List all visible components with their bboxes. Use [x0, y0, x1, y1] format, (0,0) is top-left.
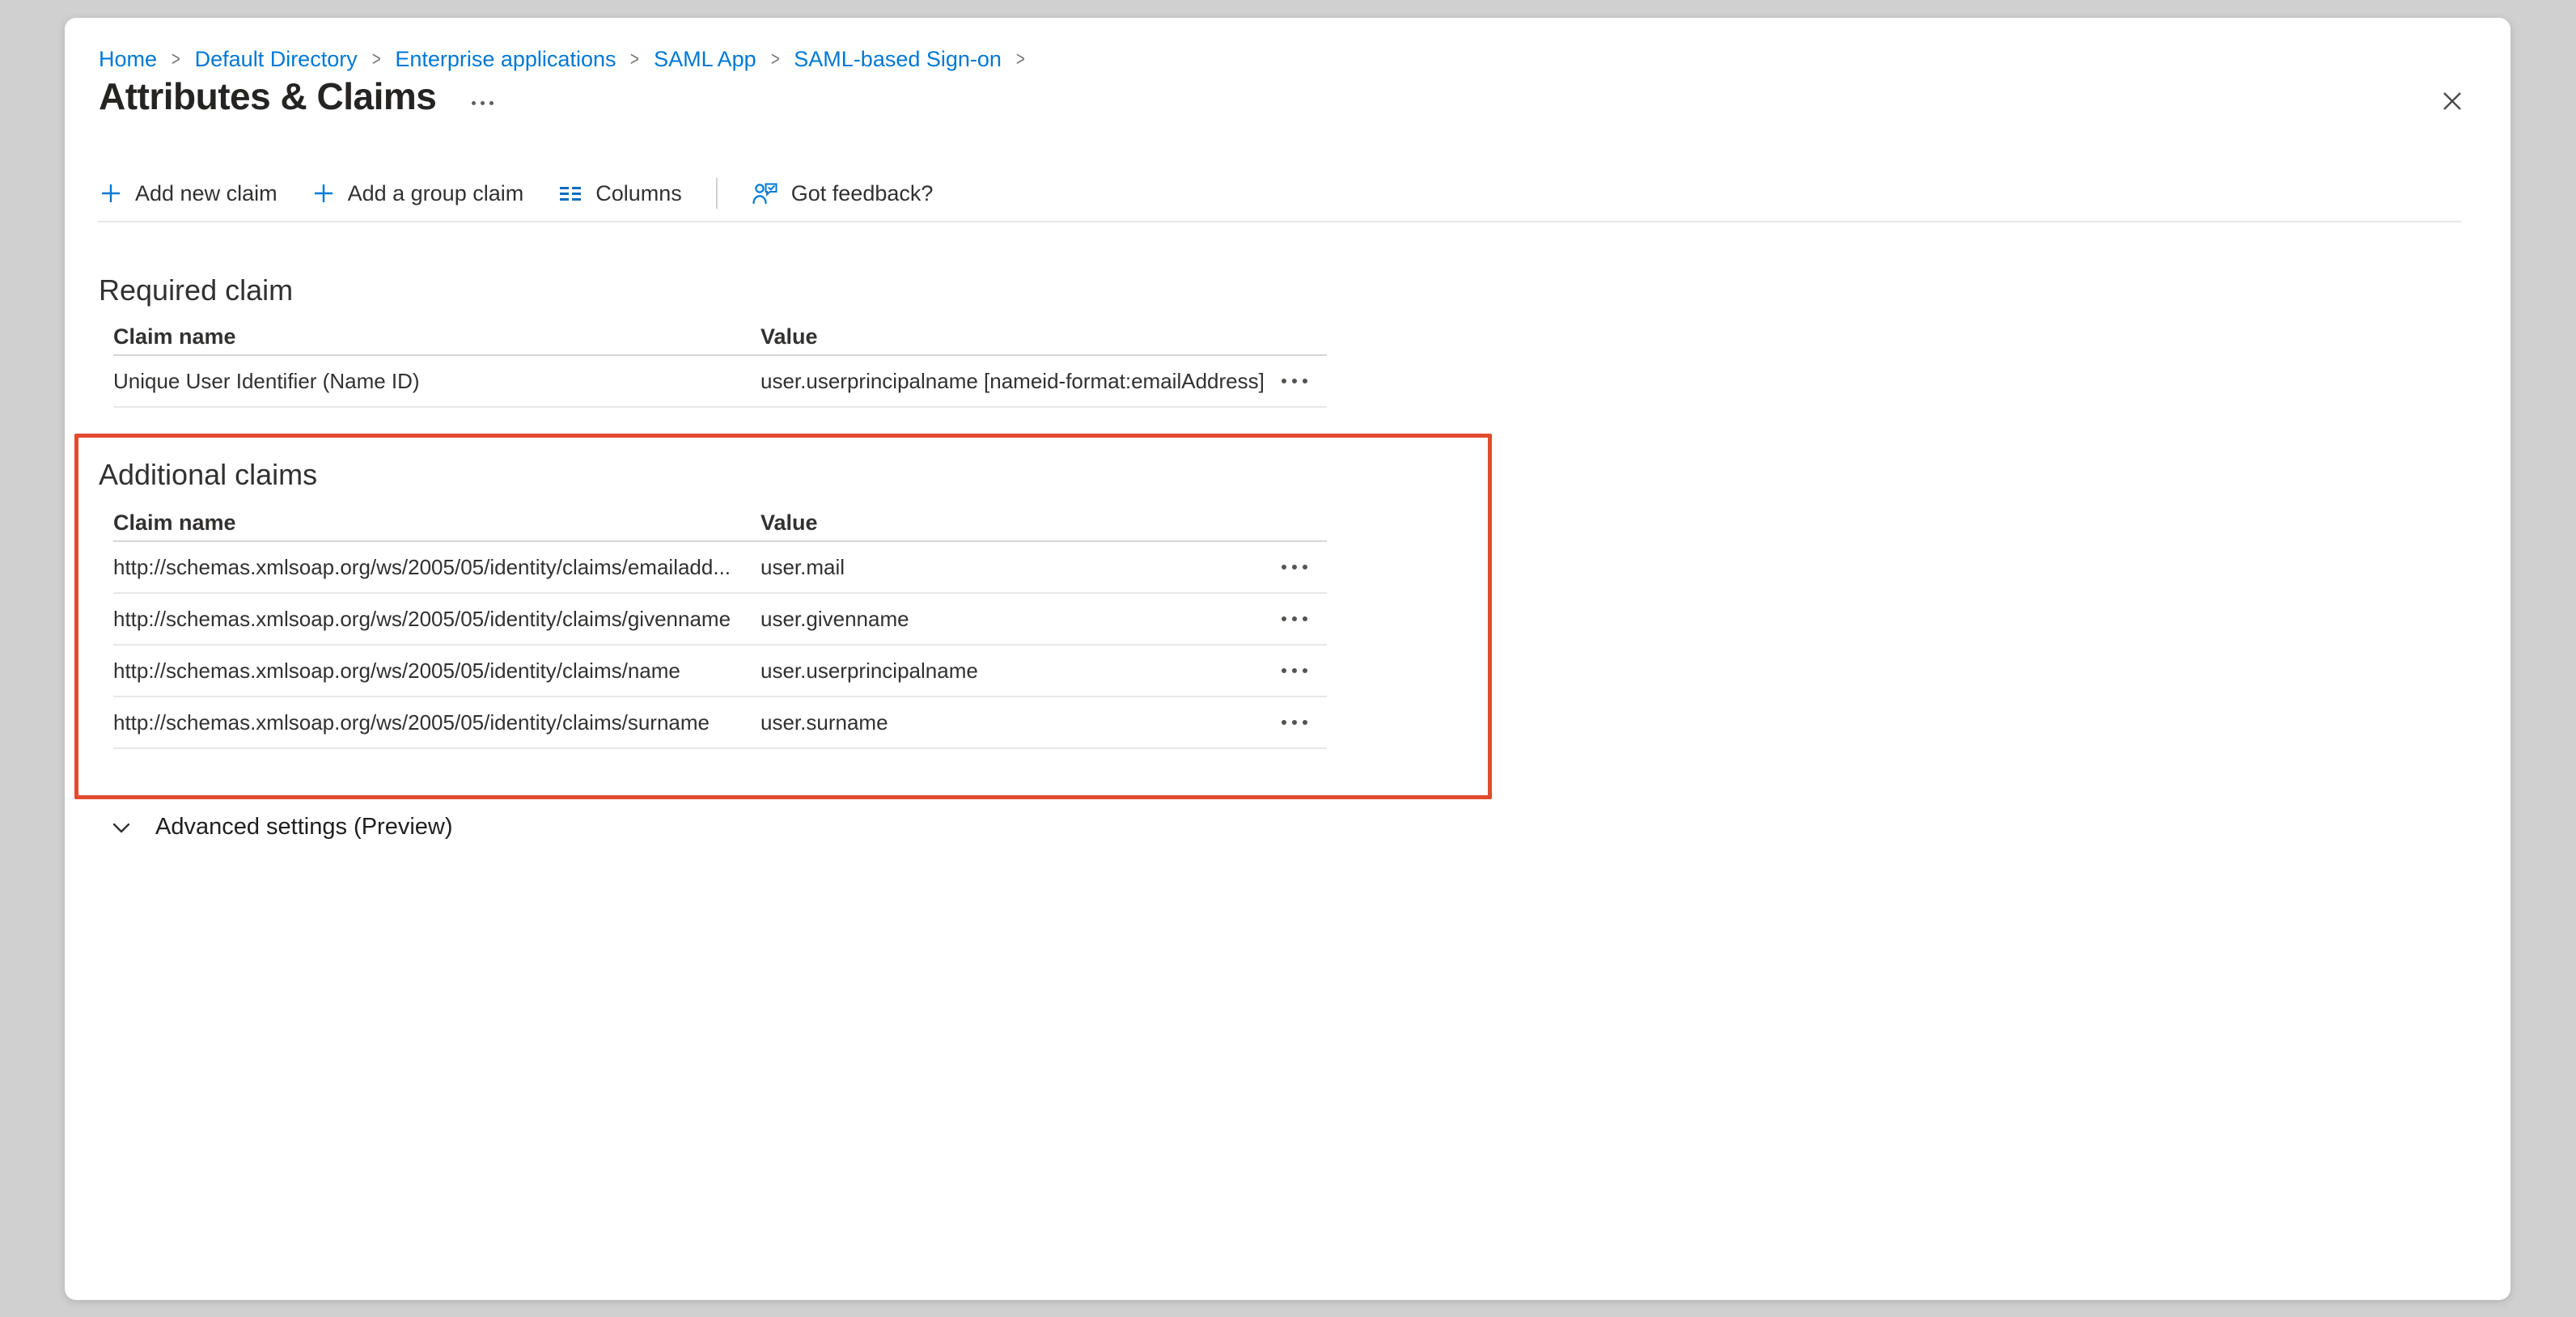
- breadcrumb-item: SAML App >: [654, 47, 781, 72]
- breadcrumb-link[interactable]: Home: [99, 47, 157, 72]
- claim-value-cell[interactable]: user.userprincipalname [nameid-format:em…: [761, 369, 1262, 394]
- got-feedback-button[interactable]: Got feedback?: [752, 180, 934, 206]
- row-menu-ellipsis-icon[interactable]: [1262, 371, 1327, 392]
- breadcrumb: Home > Default Directory > Enterprise ap…: [99, 47, 1027, 72]
- add-new-claim-label: Add new claim: [135, 181, 278, 206]
- breadcrumb-separator-icon: >: [630, 48, 639, 71]
- table-header-row: Claim name Value: [113, 319, 1327, 356]
- add-group-claim-label: Add a group claim: [348, 181, 524, 206]
- breadcrumb-separator-icon: >: [770, 48, 779, 71]
- breadcrumb-link[interactable]: Enterprise applications: [395, 47, 616, 72]
- breadcrumb-item: Enterprise applications >: [395, 47, 641, 72]
- azure-portal-page: { "colors": { "page_background": "#d0d0d…: [0, 0, 2576, 1317]
- plus-icon: [99, 181, 123, 205]
- chevron-down-icon: [110, 816, 133, 839]
- breadcrumb-separator-icon: >: [372, 48, 381, 71]
- additional-claims-heading: Additional claims: [99, 458, 317, 492]
- table-row[interactable]: http://schemas.xmlsoap.org/ws/2005/05/id…: [113, 646, 1327, 697]
- breadcrumb-link[interactable]: SAML App: [654, 47, 756, 72]
- claim-name-cell[interactable]: http://schemas.xmlsoap.org/ws/2005/05/id…: [113, 658, 761, 684]
- breadcrumb-separator-icon: >: [1016, 48, 1025, 71]
- table-row[interactable]: http://schemas.xmlsoap.org/ws/2005/05/id…: [113, 542, 1327, 594]
- table-header-row: Claim name Value: [113, 505, 1327, 542]
- breadcrumb-link[interactable]: Default Directory: [195, 47, 358, 72]
- breadcrumb-item: SAML-based Sign-on >: [794, 47, 1026, 72]
- command-bar: Add new claim Add a group claim Columns: [99, 173, 933, 214]
- table-row[interactable]: http://schemas.xmlsoap.org/ws/2005/05/id…: [113, 697, 1327, 749]
- claim-value-cell[interactable]: user.givenname: [761, 607, 1262, 632]
- close-icon: [2438, 87, 2466, 115]
- claim-name-cell[interactable]: http://schemas.xmlsoap.org/ws/2005/05/id…: [113, 607, 761, 632]
- attributes-claims-panel: Home > Default Directory > Enterprise ap…: [65, 18, 2510, 1300]
- got-feedback-label: Got feedback?: [791, 181, 934, 206]
- context-menu-ellipsis-icon[interactable]: [472, 101, 494, 105]
- add-group-claim-button[interactable]: Add a group claim: [311, 181, 524, 206]
- required-claim-table: Claim name Value Unique User Identifier …: [113, 319, 1327, 408]
- row-menu-ellipsis-icon[interactable]: [1262, 557, 1327, 578]
- panel-header: Attributes & Claims: [99, 74, 494, 118]
- claim-value-cell[interactable]: user.mail: [761, 555, 1262, 580]
- column-header-value: Value: [761, 324, 1262, 349]
- column-header-value: Value: [761, 510, 1262, 536]
- additional-claims-table: Claim name Value http://schemas.xmlsoap.…: [113, 505, 1327, 749]
- claim-name-cell[interactable]: http://schemas.xmlsoap.org/ws/2005/05/id…: [113, 555, 761, 580]
- plus-icon: [311, 181, 336, 205]
- close-button[interactable]: [2434, 83, 2471, 120]
- advanced-settings-toggle[interactable]: Advanced settings (Preview): [110, 814, 453, 841]
- page-title: Attributes & Claims: [99, 74, 436, 118]
- claim-name-cell[interactable]: Unique User Identifier (Name ID): [113, 369, 761, 394]
- add-new-claim-button[interactable]: Add new claim: [99, 181, 278, 206]
- breadcrumb-item: Default Directory >: [195, 47, 383, 72]
- claim-value-cell[interactable]: user.surname: [761, 710, 1262, 735]
- row-menu-ellipsis-icon[interactable]: [1262, 712, 1327, 733]
- column-header-claim-name: Claim name: [113, 324, 761, 349]
- toolbar-divider: [716, 178, 718, 209]
- columns-icon: [557, 181, 583, 205]
- column-header-claim-name: Claim name: [113, 510, 761, 536]
- table-row[interactable]: http://schemas.xmlsoap.org/ws/2005/05/id…: [113, 594, 1327, 646]
- columns-button[interactable]: Columns: [557, 181, 682, 206]
- breadcrumb-item: Home >: [99, 47, 182, 72]
- breadcrumb-link[interactable]: SAML-based Sign-on: [794, 47, 1002, 72]
- columns-label: Columns: [595, 181, 682, 206]
- breadcrumb-separator-icon: >: [172, 48, 180, 71]
- toolbar-underline: [97, 221, 2461, 222]
- claim-value-cell[interactable]: user.userprincipalname: [761, 658, 1262, 684]
- table-row[interactable]: Unique User Identifier (Name ID) user.us…: [113, 356, 1327, 408]
- feedback-person-icon: [752, 180, 779, 206]
- required-claim-heading: Required claim: [99, 273, 293, 307]
- claim-name-cell[interactable]: http://schemas.xmlsoap.org/ws/2005/05/id…: [113, 710, 761, 735]
- row-menu-ellipsis-icon[interactable]: [1262, 660, 1327, 681]
- row-menu-ellipsis-icon[interactable]: [1262, 608, 1327, 629]
- advanced-settings-label: Advanced settings (Preview): [155, 814, 453, 841]
